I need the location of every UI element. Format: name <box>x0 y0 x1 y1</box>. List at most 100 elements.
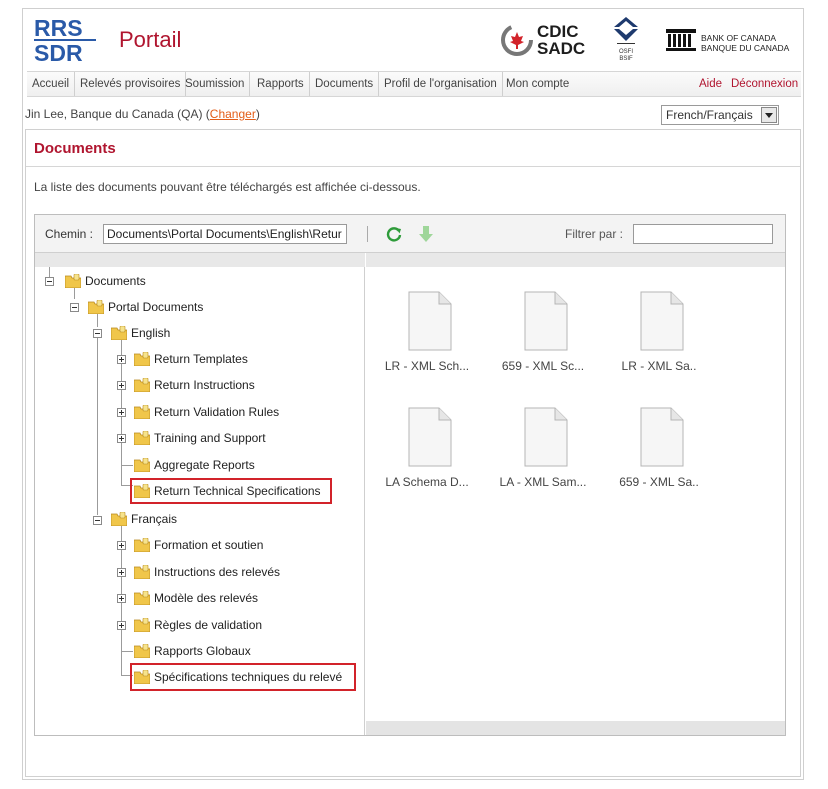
rrs-sdr-logo: RRS SDR <box>34 15 96 65</box>
tree-expand-regles-de-validation[interactable] <box>117 621 126 630</box>
user-info: Jin Lee, Banque du Canada (QA) (Changer) <box>25 107 260 121</box>
logo-bottom-text: SDR <box>34 40 83 65</box>
help-link[interactable]: Aide <box>699 72 722 96</box>
file-item[interactable]: LR - XML Sa.. <box>604 291 714 391</box>
nav-home[interactable]: Accueil <box>27 72 76 96</box>
page-title: Documents <box>34 140 116 157</box>
folder-tree: Documents Portal Documents English Retur… <box>35 253 365 735</box>
header: RRS SDR Portail CDIC SADC OSFI BSIF BANK… <box>23 9 803 71</box>
boc-english-text: BANK OF CANADA <box>701 33 777 43</box>
nav-submission[interactable]: Soumission <box>180 72 251 96</box>
folder-lock-icon <box>134 644 150 658</box>
tree-label: Return Validation Rules <box>154 405 280 419</box>
nav-organization-profile[interactable]: Profil de l'organisation <box>379 72 503 96</box>
file-item[interactable]: LR - XML Sch... <box>372 291 482 391</box>
tree-label: Rapports Globaux <box>154 644 251 658</box>
folder-lock-icon <box>111 512 127 526</box>
document-icon <box>408 291 452 351</box>
tree-collapse-portal[interactable] <box>70 303 79 312</box>
document-icon <box>524 407 568 467</box>
horizontal-scrollbar[interactable] <box>366 721 785 735</box>
folder-lock-icon <box>88 300 104 314</box>
path-input[interactable]: Documents\Portal Documents\English\Retur <box>103 224 347 244</box>
logo-top-text: RRS <box>34 15 83 41</box>
refresh-icon[interactable] <box>385 225 403 243</box>
chevron-down-icon[interactable] <box>761 107 777 123</box>
tree-expand-return-validation-rules[interactable] <box>117 408 126 417</box>
file-name: LA - XML Sam... <box>499 475 587 489</box>
toolbar-divider <box>367 226 368 242</box>
explorer-toolbar: Chemin : Documents\Portal Documents\Engl… <box>35 215 785 253</box>
language-selected-value: French/Français <box>666 108 753 122</box>
tree-label: English <box>131 326 171 340</box>
file-name: LR - XML Sch... <box>384 359 470 373</box>
bsif-text: BSIF <box>619 56 633 62</box>
tree-collapse-documents[interactable] <box>45 277 54 286</box>
tree-expand-return-instructions[interactable] <box>117 381 126 390</box>
portal-window: RRS SDR Portail CDIC SADC OSFI BSIF BANK… <box>22 8 804 780</box>
tree-label: Return Templates <box>154 352 248 366</box>
tree-header-strip <box>35 253 365 267</box>
folder-lock-icon <box>134 538 150 552</box>
file-name: LA Schema D... <box>385 475 469 489</box>
tree-expand-return-templates[interactable] <box>117 355 126 364</box>
osfi-logo: OSFI BSIF <box>611 15 641 65</box>
filter-label: Filtrer par : <box>565 227 624 241</box>
document-icon <box>524 291 568 351</box>
main-nav: Accueil Relevés provisoires Soumission R… <box>27 71 801 97</box>
tree-label: Training and Support <box>154 431 266 445</box>
nav-reports[interactable]: Rapports <box>252 72 310 96</box>
folder-lock-icon <box>134 405 150 419</box>
bank-of-canada-logo: BANK OF CANADA BANQUE DU CANADA <box>665 27 801 57</box>
tree-label: Portal Documents <box>108 300 204 314</box>
bank-building-icon <box>666 29 696 51</box>
file-item[interactable]: 659 - XML Sa.. <box>604 407 714 507</box>
folder-lock-icon <box>134 565 150 579</box>
file-item[interactable]: LA - XML Sam... <box>488 407 598 507</box>
tree-expand-formation-et-soutien[interactable] <box>117 541 126 550</box>
download-arrow-icon[interactable] <box>418 225 434 243</box>
cdic-text: CDIC <box>537 22 579 41</box>
tree-label: Aggregate Reports <box>154 458 255 472</box>
nav-provisional-returns[interactable]: Relevés provisoires <box>75 72 187 96</box>
document-icon <box>408 407 452 467</box>
filter-input[interactable] <box>633 224 773 244</box>
highlight-box-francais <box>130 663 356 691</box>
document-icon <box>640 291 684 351</box>
file-list: LR - XML Sch... 659 - XML Sc... LR - XML… <box>366 253 785 735</box>
tree-label: Documents <box>85 274 146 288</box>
file-item[interactable]: 659 - XML Sc... <box>488 291 598 391</box>
tree-label: Formation et soutien <box>154 538 264 552</box>
file-list-header-strip <box>366 253 785 267</box>
file-name: LR - XML Sa.. <box>621 359 697 373</box>
documents-panel: Documents La liste des documents pouvant… <box>25 129 801 777</box>
tree-expand-training-and-support[interactable] <box>117 434 126 443</box>
language-select[interactable]: French/Français <box>661 105 779 125</box>
file-name: 659 - XML Sa.. <box>619 475 699 489</box>
sadc-text: SADC <box>537 39 586 58</box>
change-org-link[interactable]: Changer <box>210 107 256 121</box>
folder-lock-icon <box>134 618 150 632</box>
tree-collapse-english[interactable] <box>93 329 102 338</box>
tree-expand-modele-des-releves[interactable] <box>117 594 126 603</box>
file-name: 659 - XML Sc... <box>501 359 585 373</box>
boc-french-text: BANQUE DU CANADA <box>701 43 790 53</box>
file-item[interactable]: LA Schema D... <box>372 407 482 507</box>
folder-lock-icon <box>134 352 150 366</box>
document-icon <box>640 407 684 467</box>
path-label: Chemin : <box>45 227 94 241</box>
highlight-box-english <box>130 478 332 504</box>
tree-label: Français <box>131 512 178 526</box>
folder-lock-icon <box>65 274 81 288</box>
folder-lock-icon <box>111 326 127 340</box>
user-name-text: Jin Lee, Banque du Canada (QA) ( <box>25 107 210 121</box>
osfi-emblem-icon <box>614 17 638 44</box>
osfi-text: OSFI <box>618 49 633 55</box>
tree-expand-instructions-des-releves[interactable] <box>117 568 126 577</box>
nav-my-account[interactable]: Mon compte <box>501 72 574 96</box>
nav-documents[interactable]: Documents <box>310 72 380 96</box>
portal-title: Portail <box>119 27 182 52</box>
logout-link[interactable]: Déconnexion <box>731 72 798 96</box>
document-explorer: Chemin : Documents\Portal Documents\Engl… <box>34 214 786 736</box>
tree-collapse-french[interactable] <box>93 516 102 525</box>
